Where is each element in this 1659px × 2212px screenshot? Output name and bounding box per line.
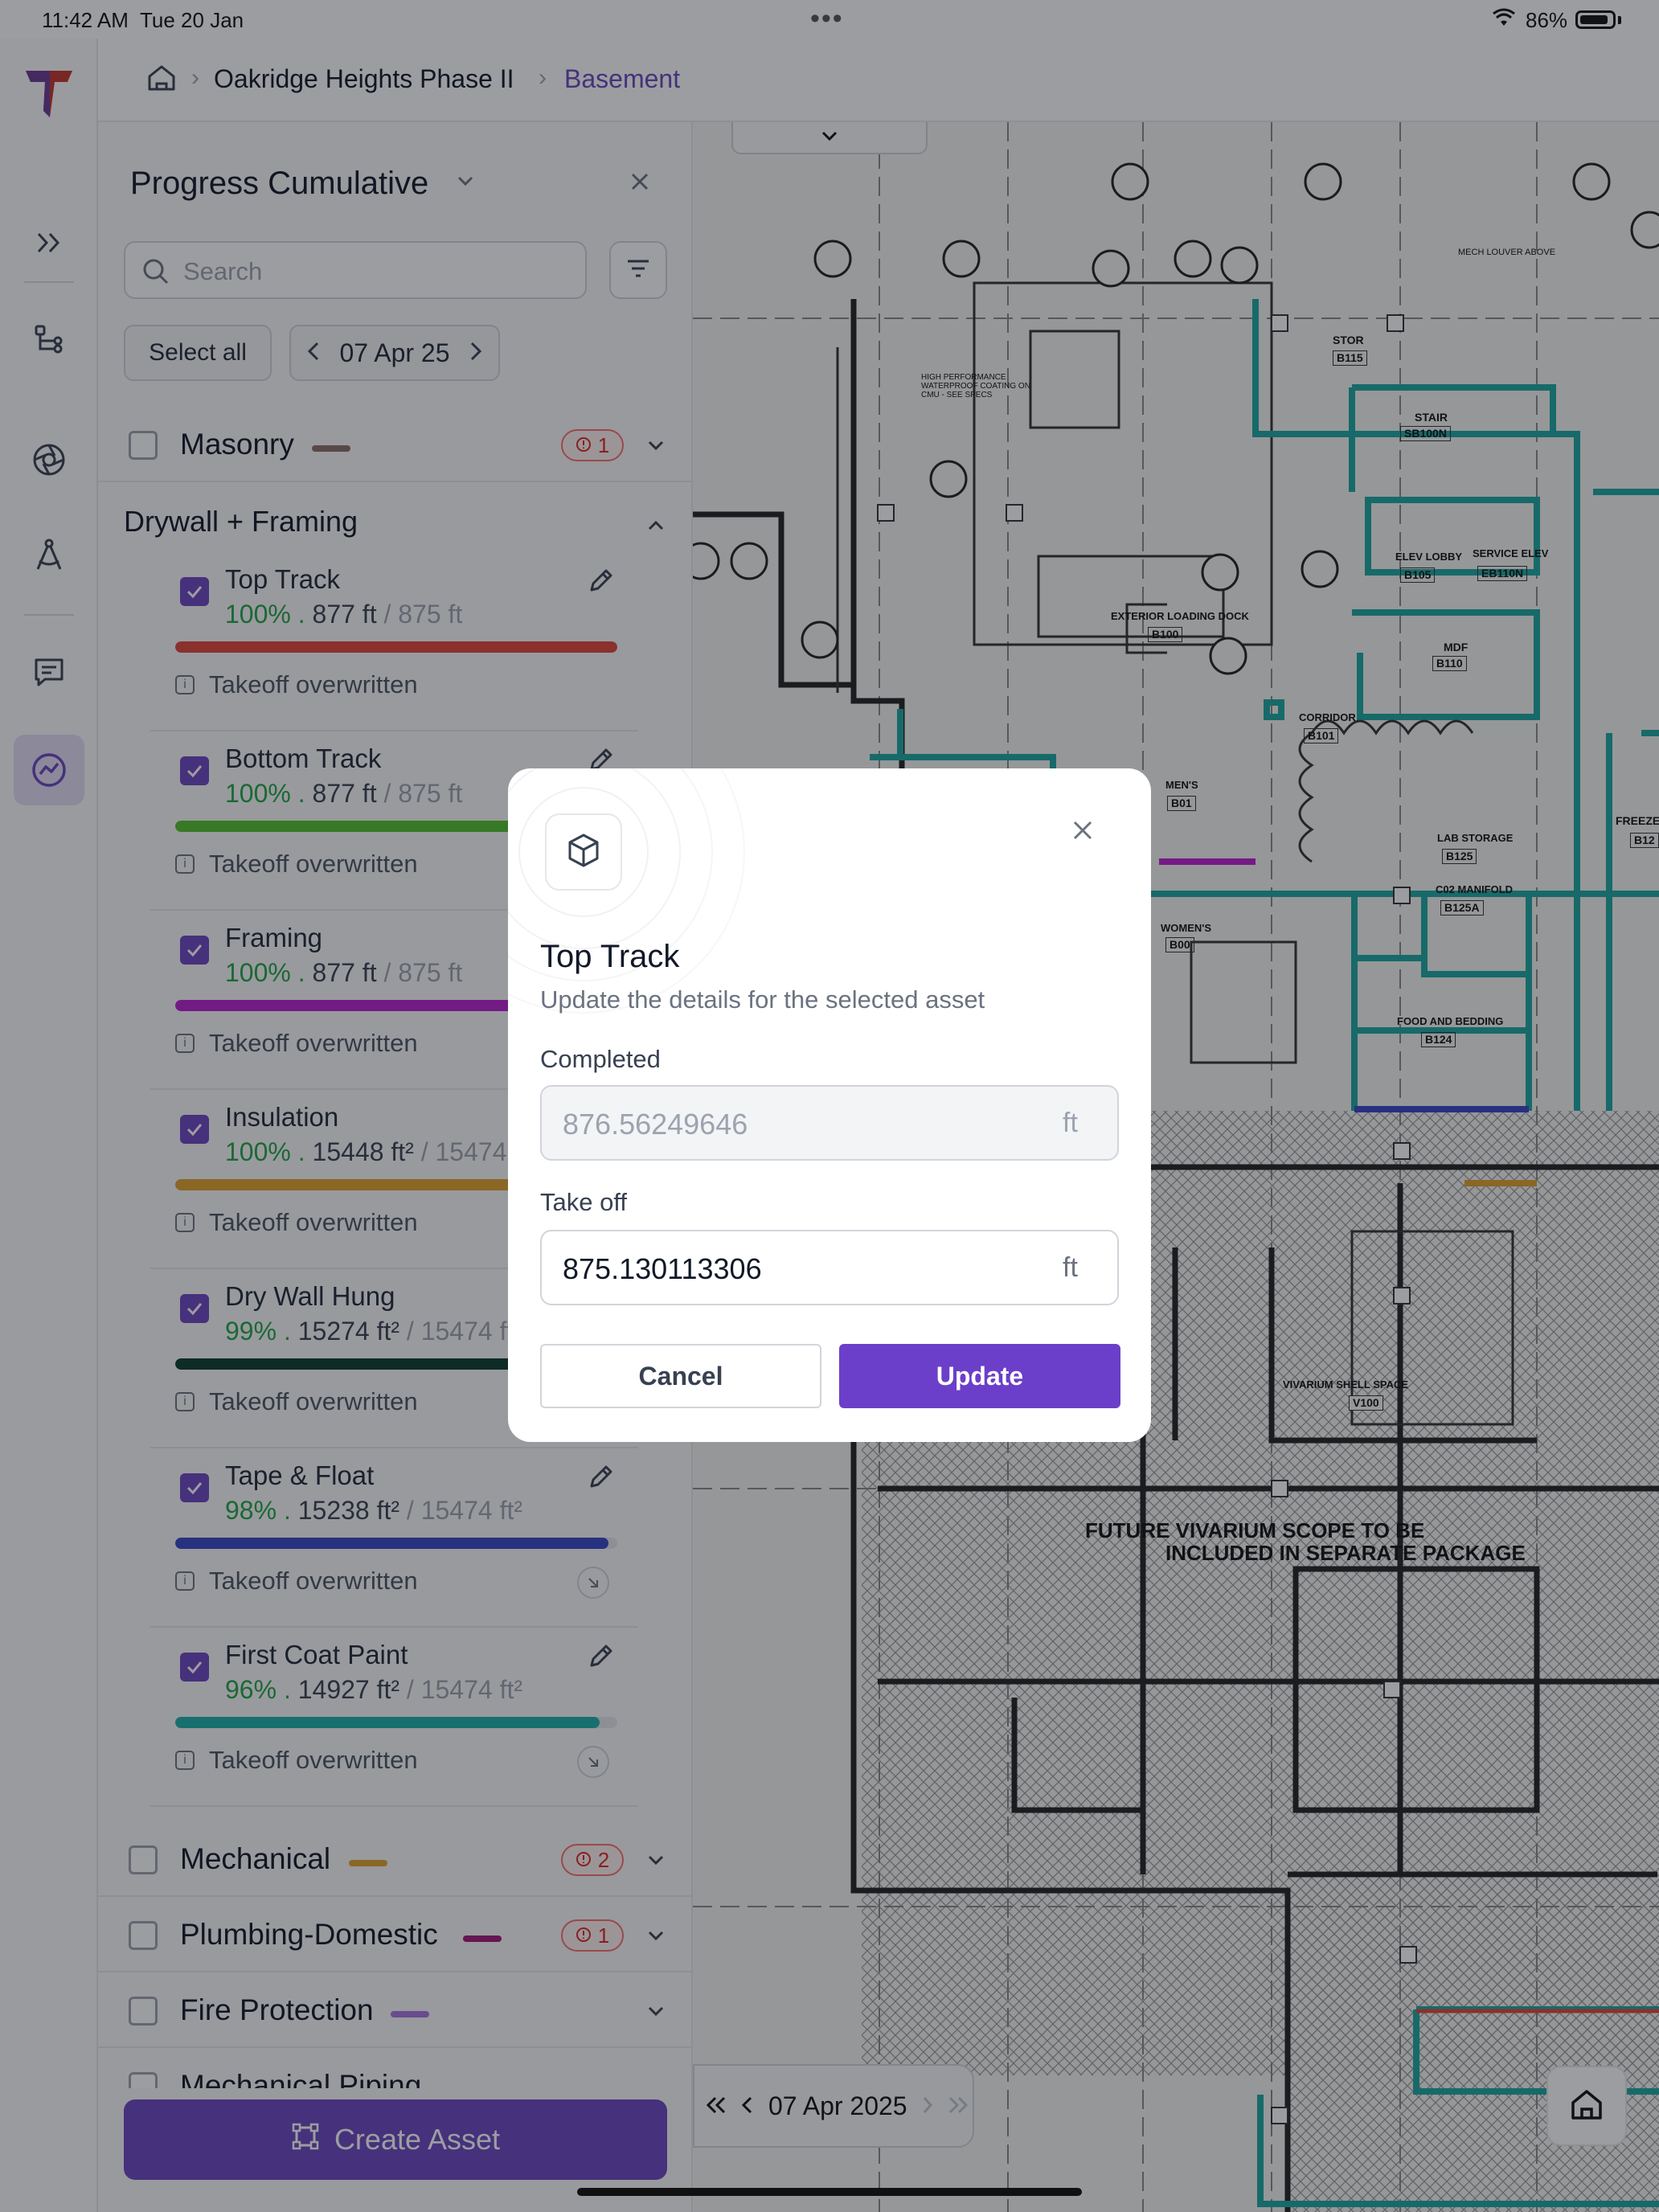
takeoff-value[interactable]: 875.130113306 [563, 1252, 762, 1286]
asset-icon-tile [545, 813, 622, 891]
completed-field: 876.56249646 ft [540, 1085, 1119, 1161]
unit-label: ft [1063, 1252, 1078, 1283]
dialog-subtitle: Update the details for the selected asse… [540, 985, 985, 1014]
cube-icon [565, 832, 602, 873]
close-icon[interactable] [1071, 818, 1095, 846]
update-button[interactable]: Update [839, 1344, 1120, 1408]
takeoff-label: Take off [540, 1188, 628, 1216]
cancel-button[interactable]: Cancel [540, 1344, 821, 1408]
takeoff-input[interactable]: 875.130113306 ft [540, 1230, 1119, 1305]
unit-label: ft [1063, 1108, 1078, 1138]
update-asset-dialog: Top Track Update the details for the sel… [508, 768, 1151, 1442]
dialog-title: Top Track [540, 939, 680, 974]
completed-label: Completed [540, 1045, 661, 1073]
completed-value: 876.56249646 [563, 1108, 748, 1141]
home-indicator[interactable] [577, 2188, 1082, 2196]
